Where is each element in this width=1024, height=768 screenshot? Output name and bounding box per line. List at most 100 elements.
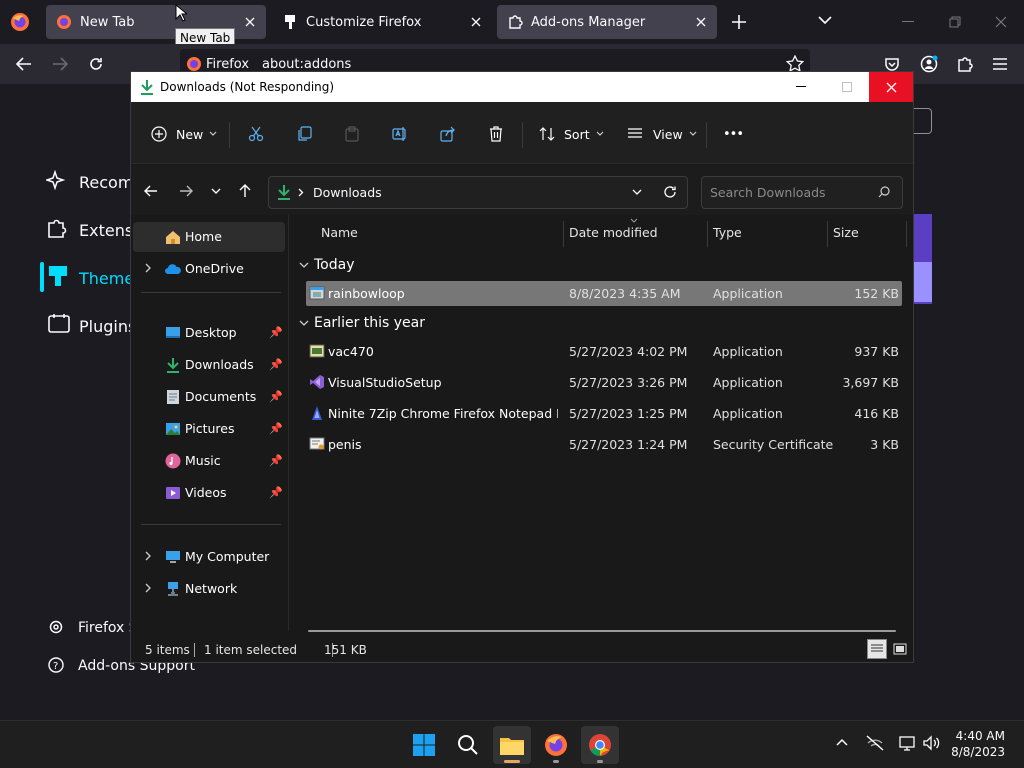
visual-studio-icon: [309, 374, 325, 390]
file-row[interactable]: Ninite 7Zip Chrome Firefox Notepad Inst.…: [306, 401, 902, 426]
sort-button[interactable]: Sort: [539, 121, 604, 147]
share-button[interactable]: [440, 121, 456, 147]
forward-arrow-icon[interactable]: [179, 185, 193, 197]
tray-overflow-chevron-icon[interactable]: [836, 738, 848, 746]
browser-restore-icon[interactable]: [941, 8, 969, 36]
search-icon[interactable]: [449, 726, 487, 764]
address-history-chevron-icon[interactable]: [632, 189, 642, 196]
delete-button[interactable]: [488, 121, 504, 147]
file-size: 3,697 KB: [842, 375, 899, 390]
group-header-today[interactable]: Today: [299, 257, 355, 273]
chevron-down-icon: [209, 131, 217, 137]
url-text[interactable]: about:addons: [262, 57, 351, 72]
nav-item-videos[interactable]: Videos 📌: [133, 478, 285, 508]
minimize-icon[interactable]: [781, 72, 821, 102]
pin-icon: 📌: [269, 390, 283, 403]
close-icon[interactable]: [468, 14, 484, 30]
group-label: Today: [314, 257, 355, 273]
nav-item-pictures[interactable]: Pictures 📌: [133, 414, 285, 444]
close-icon[interactable]: [693, 14, 709, 30]
nav-item-network[interactable]: Network: [133, 574, 285, 604]
column-header-date[interactable]: Date modified: [569, 225, 658, 240]
pin-icon: 📌: [269, 422, 283, 435]
refresh-icon[interactable]: [663, 185, 677, 199]
new-button[interactable]: New: [151, 121, 217, 147]
file-type: Security Certificate: [713, 437, 834, 452]
breadcrumb-downloads[interactable]: Downloads: [313, 185, 382, 200]
file-row[interactable]: rainbowloop 8/8/2023 4:35 AM Application…: [306, 281, 902, 306]
close-icon[interactable]: [869, 72, 913, 102]
close-icon[interactable]: [242, 14, 258, 30]
details-view-icon[interactable]: [867, 639, 887, 659]
tab-customize-firefox[interactable]: Customize Firefox: [272, 5, 492, 39]
horizontal-scrollbar[interactable]: [308, 630, 896, 632]
group-header-earlier[interactable]: Earlier this year: [299, 315, 425, 331]
nav-label: Home: [185, 229, 222, 244]
more-options-button[interactable]: •••: [723, 121, 744, 147]
file-explorer-taskbar-icon[interactable]: [493, 726, 531, 764]
cut-button[interactable]: [248, 121, 264, 147]
firefox-identity-icon: [186, 56, 202, 72]
tiles-view-icon[interactable]: [890, 639, 910, 659]
column-header-type[interactable]: Type: [713, 225, 742, 240]
up-arrow-icon[interactable]: [239, 184, 251, 198]
back-arrow-icon[interactable]: [16, 57, 32, 71]
clock-date[interactable]: 8/8/2023: [951, 745, 1005, 759]
file-row[interactable]: VisualStudioSetup 5/27/2023 3:26 PM Appl…: [306, 370, 902, 395]
firefox-icon: [56, 14, 72, 30]
nav-item-desktop[interactable]: Desktop 📌: [133, 318, 285, 348]
browser-minimize-icon[interactable]: [894, 8, 922, 36]
file-size: 937 KB: [854, 344, 899, 359]
recent-locations-chevron-icon[interactable]: [211, 188, 221, 195]
volume-icon[interactable]: [923, 735, 941, 751]
reload-icon[interactable]: [88, 56, 104, 72]
nav-item-onedrive[interactable]: OneDrive: [133, 254, 285, 284]
nav-item-downloads[interactable]: Downloads 📌: [133, 350, 285, 380]
window-title: Downloads (Not Responding): [160, 80, 335, 94]
nav-label: Pictures: [185, 421, 235, 436]
new-tab-plus-icon[interactable]: [731, 14, 747, 30]
sidebar-item-plugins[interactable]: Plugins: [79, 317, 136, 336]
display-icon[interactable]: [899, 735, 917, 751]
nav-label: OneDrive: [185, 261, 244, 276]
browser-close-icon[interactable]: [987, 8, 1015, 36]
account-icon[interactable]: [920, 55, 938, 73]
nav-item-documents[interactable]: Documents 📌: [133, 382, 285, 412]
paste-button[interactable]: [344, 121, 360, 147]
start-windows-icon[interactable]: [405, 726, 443, 764]
back-arrow-icon[interactable]: [144, 185, 158, 197]
breadcrumb-chevron-icon: [298, 188, 304, 197]
column-header-size[interactable]: Size: [833, 225, 859, 240]
forward-arrow-icon[interactable]: [52, 57, 68, 71]
firefox-settings-link[interactable]: Firefox S: [78, 620, 138, 636]
copy-button[interactable]: [296, 121, 312, 147]
firefox-menu-icon[interactable]: [10, 12, 30, 32]
file-row[interactable]: penis 5/27/2023 1:24 PM Security Certifi…: [306, 432, 902, 457]
firefox-taskbar-icon[interactable]: [537, 726, 575, 764]
file-row[interactable]: vac470 5/27/2023 4:02 PM Application 937…: [306, 339, 902, 364]
network-disconnected-icon[interactable]: [866, 735, 884, 751]
column-divider: [563, 221, 564, 247]
new-label: New: [176, 126, 204, 142]
nav-item-my-computer[interactable]: My Computer: [133, 542, 285, 572]
file-date: 5/27/2023 3:26 PM: [569, 375, 688, 390]
address-bar[interactable]: Downloads: [268, 176, 688, 209]
file-type: Application: [713, 286, 783, 301]
toolbar-divider: [706, 122, 707, 148]
list-tabs-chevron-icon[interactable]: [818, 15, 832, 25]
column-header-name[interactable]: Name: [321, 225, 358, 240]
hamburger-menu-icon[interactable]: [992, 57, 1008, 71]
view-button[interactable]: View: [627, 121, 697, 147]
maximize-icon[interactable]: [827, 72, 867, 102]
nav-item-home[interactable]: Home: [133, 222, 285, 252]
rename-button[interactable]: [392, 121, 408, 147]
pocket-icon[interactable]: [884, 56, 900, 72]
search-input[interactable]: Search Downloads: [701, 176, 903, 209]
extensions-puzzle-icon[interactable]: [956, 55, 974, 73]
scissors-icon: [248, 126, 264, 142]
nav-label: Downloads: [185, 357, 254, 372]
chrome-taskbar-icon[interactable]: [581, 726, 619, 764]
clock-time[interactable]: 4:40 AM: [956, 729, 1005, 743]
nav-item-music[interactable]: Music 📌: [133, 446, 285, 476]
tab-addons-manager[interactable]: Add-ons Manager: [497, 5, 717, 39]
